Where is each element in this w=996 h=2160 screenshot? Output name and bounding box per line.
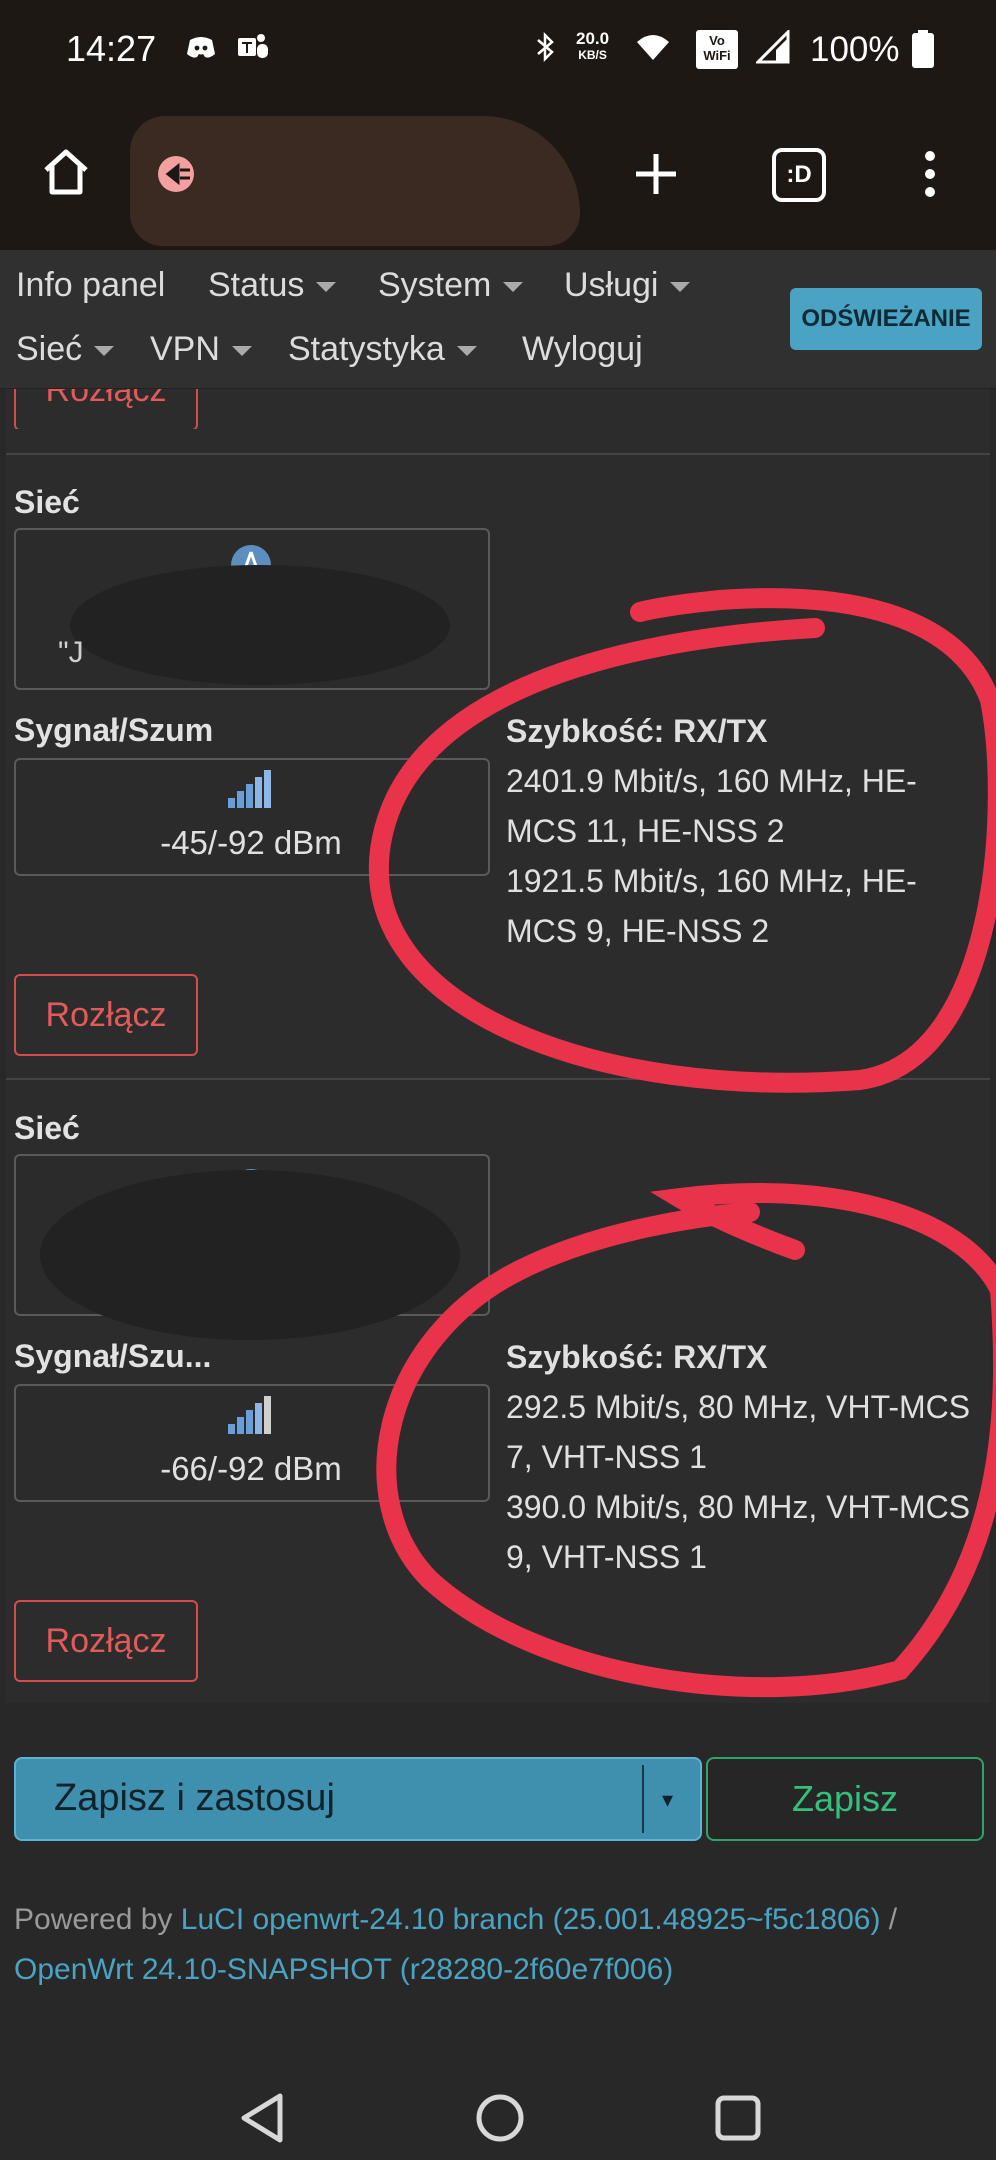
refresh-toggle-button[interactable]: ODŚWIEŻANIE <box>790 288 982 350</box>
menu-logout[interactable]: Wyloguj <box>522 330 643 369</box>
menu-label: Statystyka <box>288 330 445 368</box>
recents-icon[interactable] <box>714 2094 762 2142</box>
rx-rate: 2401.9 Mbit/s, 160 MHz, HE-MCS 11, HE-NS… <box>506 763 917 849</box>
new-tab-icon[interactable] <box>632 150 680 198</box>
network-ssid: "J <box>58 636 84 669</box>
cell-signal-icon <box>756 30 790 64</box>
caret-down-icon <box>670 282 691 293</box>
back-icon[interactable] <box>238 2092 286 2144</box>
save-button[interactable]: Zapisz <box>706 1757 984 1841</box>
menu-vpn[interactable]: VPN <box>150 330 252 369</box>
menu-label: Sieć <box>16 330 83 368</box>
row-divider <box>6 1078 990 1080</box>
rate-info: Szybkość: RX/TX 2401.9 Mbit/s, 160 MHz, … <box>506 706 986 956</box>
openwrt-version-link[interactable]: OpenWrt 24.10-SNAPSHOT (r28280-2f60e7f00… <box>14 1953 673 1986</box>
teams-icon <box>238 34 268 58</box>
disconnect-button[interactable]: Rozłącz <box>14 389 198 429</box>
signal-label: Sygnał/Szu... <box>14 1338 212 1374</box>
android-navigation-bar <box>0 2000 996 2160</box>
menu-statistics[interactable]: Statystyka <box>288 330 477 369</box>
rate-info: Szybkość: RX/TX 292.5 Mbit/s, 80 MHz, VH… <box>506 1332 986 1582</box>
menu-label: Usługi <box>564 266 659 304</box>
previous-station-row: Rozłącz <box>14 389 198 429</box>
site-favicon-icon <box>158 156 194 192</box>
caret-down-icon <box>456 346 477 357</box>
caret-down-icon <box>231 346 252 357</box>
redaction-scribble <box>40 1170 460 1340</box>
menu-label: System <box>378 266 492 304</box>
redaction-scribble <box>70 565 450 685</box>
footer-separator: / <box>888 1903 898 1936</box>
tx-rate: 1921.5 Mbit/s, 160 MHz, HE-MCS 9, HE-NSS… <box>506 863 917 949</box>
rate-label: Szybkość: RX/TX <box>506 713 768 749</box>
rx-rate: 292.5 Mbit/s, 80 MHz, VHT-MCS 7, VHT-NSS… <box>506 1389 971 1475</box>
dropdown-arrow-icon[interactable]: ▾ <box>662 1787 673 1813</box>
bluetooth-icon <box>537 31 554 63</box>
disconnect-button[interactable]: Rozłącz <box>14 1600 198 1682</box>
caret-down-icon <box>503 282 524 293</box>
signal-strength-icon <box>228 1396 271 1434</box>
battery-icon <box>912 30 934 68</box>
home-icon[interactable] <box>40 146 92 198</box>
home-nav-icon[interactable] <box>474 2092 526 2144</box>
network-label: Sieć <box>14 484 80 520</box>
clock: 14:27 <box>66 28 157 69</box>
page-footer: Powered by LuCI openwrt-24.10 branch (25… <box>14 1895 986 1995</box>
network-label: Sieć <box>14 1110 80 1146</box>
signal-value: -66/-92 dBm <box>160 1450 342 1487</box>
tab-switcher-button[interactable]: :D <box>772 148 826 202</box>
more-menu-icon[interactable] <box>914 148 946 200</box>
menu-label: VPN <box>150 330 220 368</box>
menu-label: Status <box>208 266 305 304</box>
android-status-bar: 14:27 20.0 KB/S Vo WiFi 100% <box>0 0 996 100</box>
menu-label: Info panel <box>16 266 166 304</box>
row-divider <box>6 453 990 455</box>
signal-strength-icon <box>228 770 271 808</box>
caret-down-icon <box>94 346 115 357</box>
discord-icon <box>187 37 215 58</box>
menu-status[interactable]: Status <box>208 266 337 305</box>
network-speed: 20.0 KB/S <box>576 29 610 62</box>
rate-label: Szybkość: RX/TX <box>506 1339 768 1375</box>
signal-value: -45/-92 dBm <box>160 824 342 861</box>
menu-label: Wyloguj <box>522 330 643 368</box>
battery-level: 100% <box>810 30 900 69</box>
powered-by-text: Powered by <box>14 1903 173 1936</box>
wifi-icon <box>637 35 669 60</box>
save-and-apply-label: Zapisz i zastosuj <box>54 1777 335 1819</box>
luci-version-link[interactable]: LuCI openwrt-24.10 branch (25.001.48925~… <box>181 1903 881 1936</box>
vowifi-icon: Vo WiFi <box>696 30 738 69</box>
menu-system[interactable]: System <box>378 266 524 305</box>
split-divider <box>642 1765 644 1833</box>
save-and-apply-button[interactable]: Zapisz i zastosuj ▾ <box>14 1757 702 1841</box>
signal-label: Sygnał/Szum <box>14 712 214 748</box>
disconnect-button[interactable]: Rozłącz <box>14 974 198 1056</box>
tx-rate: 390.0 Mbit/s, 80 MHz, VHT-MCS 9, VHT-NSS… <box>506 1489 971 1575</box>
menu-network[interactable]: Sieć <box>16 330 115 369</box>
caret-down-icon <box>316 282 337 293</box>
menu-info-panel[interactable]: Info panel <box>16 266 165 305</box>
menu-services[interactable]: Usługi <box>564 266 691 305</box>
